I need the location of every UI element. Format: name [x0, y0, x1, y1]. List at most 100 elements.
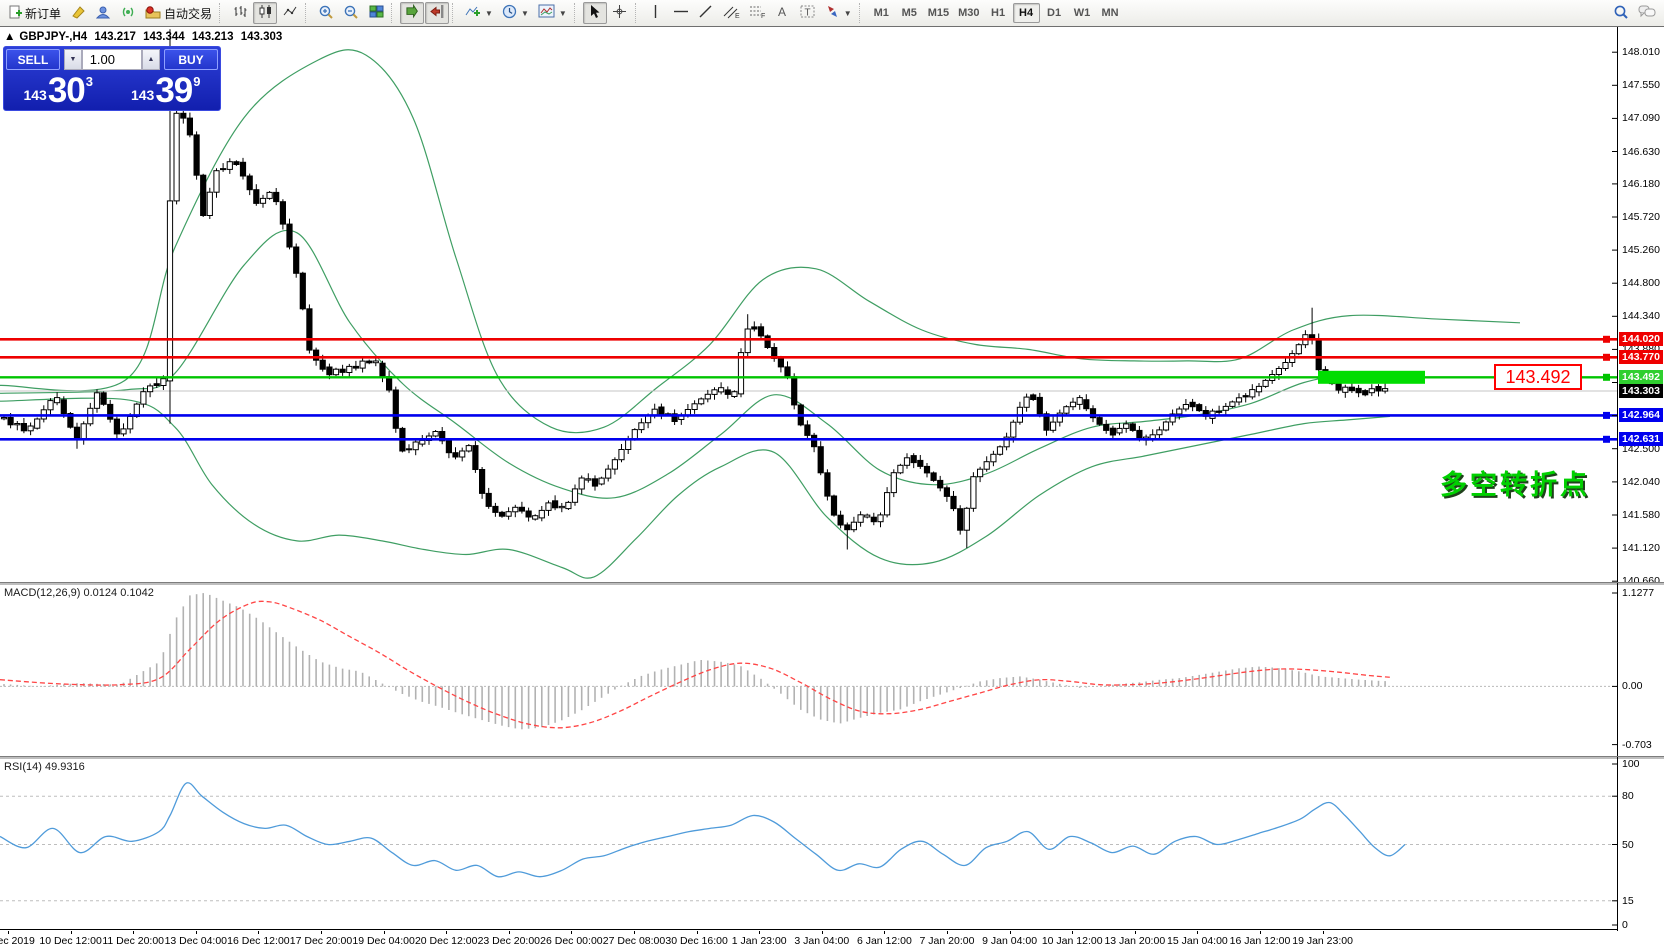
vertical-line-button[interactable] [644, 2, 668, 24]
zoom-out-button[interactable] [339, 2, 363, 24]
candlestick-chart-button[interactable] [253, 2, 277, 24]
chevron-down-icon: ▼ [485, 9, 493, 18]
bar-chart-button[interactable] [228, 2, 252, 24]
time-tick-label: 19 Jan 23:00 [1292, 935, 1353, 947]
macd-name: MACD(12,26,9) [4, 587, 80, 599]
price-tick-label: 144.800 [1622, 277, 1660, 289]
time-tick [446, 931, 447, 934]
line-chart-button[interactable] [278, 2, 302, 24]
macd-value-1: 0.0124 [83, 587, 117, 599]
price-tick-label: 148.010 [1622, 46, 1660, 58]
timeframe-m15[interactable]: M15 [924, 3, 953, 23]
fibonacci-button[interactable]: F [745, 2, 770, 24]
text-icon: A [776, 4, 789, 22]
time-tick-label: 15 Jan 04:00 [1167, 935, 1228, 947]
timeframe-m1[interactable]: M1 [868, 3, 895, 23]
bar-open: 143.217 [94, 31, 136, 43]
timeframe-h4[interactable]: H4 [1013, 3, 1040, 23]
rsi-name: RSI(14) [4, 761, 42, 773]
auto-scroll-button[interactable] [400, 2, 424, 24]
rsi-line [0, 783, 1405, 877]
templates-icon [538, 4, 555, 22]
buy-price[interactable]: 143399 [114, 72, 219, 108]
separator [635, 3, 641, 23]
volume-up-button[interactable]: ▲ [142, 49, 160, 70]
styler-button[interactable] [66, 2, 90, 24]
auto-trading-button[interactable]: 自动交易 [141, 2, 216, 24]
timeframe-h1[interactable]: H1 [985, 3, 1012, 23]
macd-histogram [4, 593, 1385, 729]
time-tick-label: 9 Jan 04:00 [982, 935, 1037, 947]
time-tick [1197, 931, 1198, 934]
profile-button[interactable] [91, 2, 115, 24]
new-order-button[interactable]: 新订单 [4, 2, 65, 24]
sell-button[interactable]: SELL [6, 49, 60, 70]
sell-price[interactable]: 143303 [6, 72, 111, 108]
price-chart-canvas[interactable] [0, 27, 1664, 582]
auto-scroll-icon [405, 4, 420, 22]
text-button[interactable]: A [771, 2, 795, 24]
chat-button[interactable] [1634, 2, 1660, 24]
rsi-tick-label: 80 [1622, 790, 1634, 802]
volume-down-button[interactable]: ▼ [64, 49, 82, 70]
buy-price-prefix: 143 [131, 87, 154, 103]
time-tick [258, 931, 259, 934]
tile-windows-button[interactable] [364, 2, 388, 24]
cursor-button[interactable] [583, 2, 607, 24]
collapse-arrow-icon[interactable]: ▲ [4, 31, 15, 43]
vertical-line-icon [650, 4, 661, 22]
price-tick-label: 146.630 [1622, 146, 1660, 158]
timeframe-m5[interactable]: M5 [896, 3, 923, 23]
text-label-button[interactable]: T [796, 2, 820, 24]
time-tick-label: 17 Dec 20:00 [290, 935, 352, 947]
chat-icon [1638, 4, 1656, 22]
symbol-name: GBPJPY-,H4 [19, 31, 87, 43]
chart-shift-button[interactable] [425, 2, 449, 24]
auto-trading-label: 自动交易 [164, 5, 212, 22]
rsi-panel[interactable]: RSI(14) 49.9316 1008050150 [0, 756, 1664, 931]
chevron-down-icon: ▼ [844, 9, 852, 18]
macd-canvas[interactable] [0, 583, 1664, 756]
volume-input[interactable]: 1.00 [82, 49, 142, 70]
trendline-button[interactable] [694, 2, 718, 24]
separator [452, 3, 458, 23]
line-chart-icon [283, 4, 298, 22]
candlestick-chart-icon [258, 4, 273, 22]
price-tick-label: 141.120 [1622, 542, 1660, 554]
timeframe-mn[interactable]: MN [1097, 3, 1124, 23]
shapes-dropdown[interactable]: ▼ [821, 2, 856, 24]
timeframe-d1[interactable]: D1 [1041, 3, 1068, 23]
timeframe-w1[interactable]: W1 [1069, 3, 1096, 23]
time-tick [133, 931, 134, 934]
periods-dropdown[interactable]: ▼ [498, 2, 533, 24]
time-axis[interactable]: 9 Dec 201910 Dec 12:0011 Dec 20:0013 Dec… [0, 931, 1664, 950]
time-tick [947, 931, 948, 934]
channel-button[interactable]: E [719, 2, 744, 24]
signal-button[interactable] [116, 2, 140, 24]
time-tick [822, 931, 823, 934]
profile-icon [96, 5, 111, 22]
macd-tick-label: -0.703 [1622, 739, 1652, 751]
price-callout-box[interactable]: 143.492 [1494, 364, 1582, 390]
macd-tick-label: 0.00 [1622, 680, 1642, 692]
rsi-canvas[interactable] [0, 757, 1664, 931]
fibonacci-icon: F [749, 4, 766, 22]
crosshair-button[interactable] [608, 2, 632, 24]
timeframe-m30[interactable]: M30 [954, 3, 983, 23]
horizontal-line-button[interactable] [669, 2, 693, 24]
turning-point-note[interactable]: 多空转折点 [1440, 463, 1590, 502]
templates-dropdown[interactable]: ▼ [534, 2, 571, 24]
price-badge: 142.964 [1619, 408, 1663, 422]
price-tick-label: 144.340 [1622, 310, 1660, 322]
chevron-down-icon: ▼ [559, 9, 567, 18]
clock-icon [502, 4, 517, 22]
symbol-info: ▲GBPJPY-,H4 143.217 143.344 143.213 143.… [4, 31, 286, 43]
main-chart-panel[interactable]: ▲GBPJPY-,H4 143.217 143.344 143.213 143.… [0, 27, 1664, 582]
macd-panel[interactable]: MACD(12,26,9) 0.0124 0.1042 1.12770.00-0… [0, 582, 1664, 756]
zoom-in-button[interactable] [314, 2, 338, 24]
indicators-dropdown[interactable]: ▼ [461, 2, 497, 24]
search-button[interactable] [1609, 2, 1633, 24]
separator [574, 3, 580, 23]
buy-button[interactable]: BUY [164, 49, 218, 70]
rsi-value: 49.9316 [45, 761, 85, 773]
